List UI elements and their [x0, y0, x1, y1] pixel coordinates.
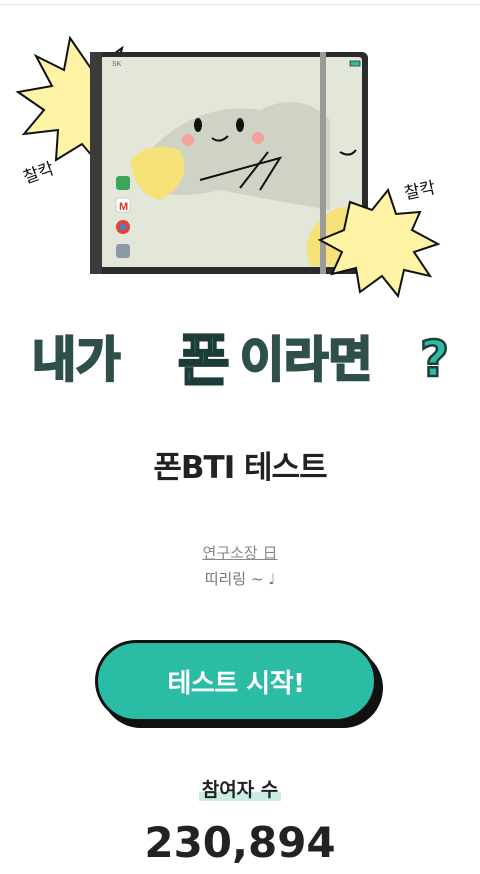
- svg-text:M: M: [119, 201, 128, 213]
- tagline: 띠리링 ~ ♩: [204, 570, 276, 588]
- credits: 연구소장 日 띠리링 ~ ♩: [0, 540, 480, 592]
- shutter-sfx-left: 찰칵: [21, 159, 58, 189]
- top-divider: [0, 0, 480, 5]
- title-banner: 내가 폰 이라면 ?: [0, 318, 480, 398]
- carrier-label: SK: [112, 61, 122, 68]
- participants-label-wrap: 참여자 수: [0, 775, 480, 802]
- phone-app-icon: [116, 176, 130, 190]
- author-link[interactable]: 연구소장 日: [0, 540, 480, 566]
- page-title: 폰BTI 테스트: [153, 450, 327, 486]
- banner-text-part3: 이라면: [240, 332, 372, 388]
- banner-text-part1: 내가: [32, 332, 120, 388]
- participants-count: 230,894: [144, 818, 336, 867]
- shutter-sfx-right: 찰칵: [402, 178, 437, 204]
- banner-text-mark: ?: [420, 330, 449, 388]
- start-button-wrap: 테스트 시작!: [95, 640, 385, 730]
- start-test-button[interactable]: 테스트 시작!: [95, 640, 377, 722]
- settings-app-icon: [116, 244, 130, 258]
- hero-illustration: SK M 찰칵 찰칵: [0, 30, 480, 320]
- participants-label: 참여자 수: [198, 779, 282, 801]
- banner-text-part2: 폰: [178, 329, 230, 394]
